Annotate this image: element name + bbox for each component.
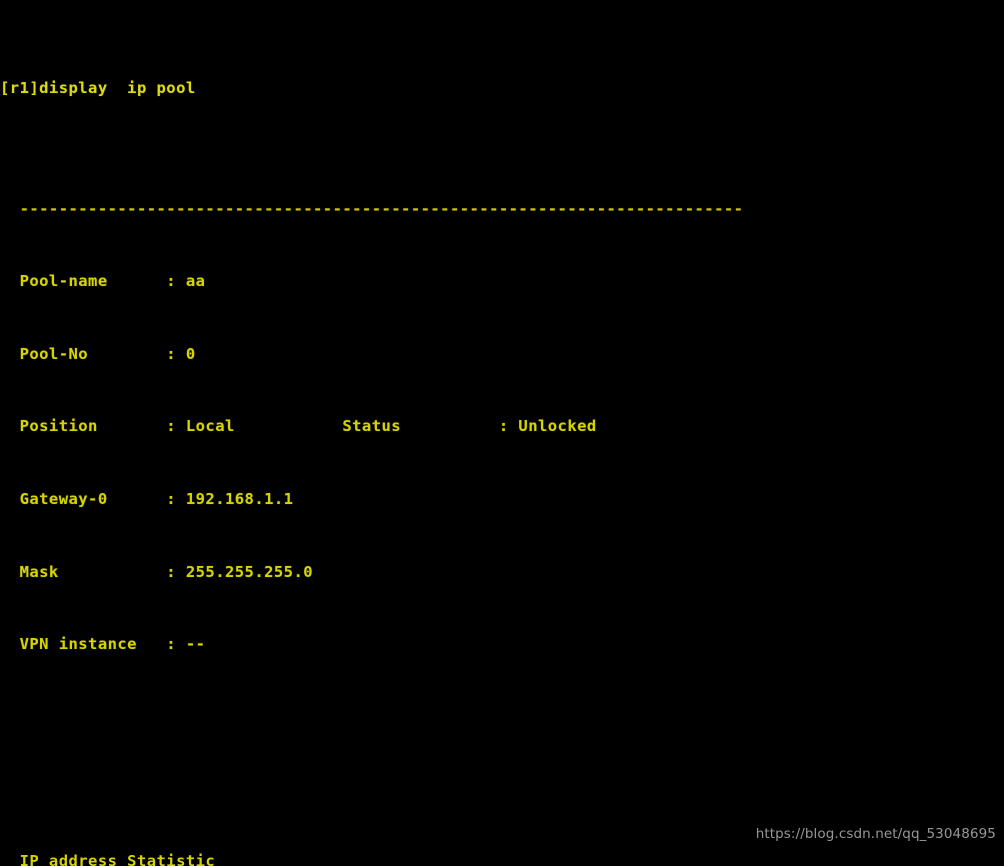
pool-name-row: Pool-name : aa [0,272,206,291]
separator-line: ----------------------------------------… [0,199,744,218]
csdn-watermark: https://blog.csdn.net/qq_53048695 [755,826,996,842]
terminal-window[interactable]: [r1]display ip pool --------------------… [0,0,1004,866]
position-status-row: Position : Local Status : Unlocked [0,417,597,436]
vpn-instance-row: VPN instance : -- [0,635,206,654]
ip-address-statistic-partial-row: IP address Statistic [0,852,216,866]
terminal-output: [r1]display ip pool --------------------… [0,3,743,866]
pool-no-row: Pool-No : 0 [0,344,196,363]
mask-row: Mask : 255.255.255.0 [0,562,314,581]
gateway-row: Gateway-0 : 192.168.1.1 [0,489,294,508]
command-prompt-line: [r1]display ip pool [0,78,196,97]
